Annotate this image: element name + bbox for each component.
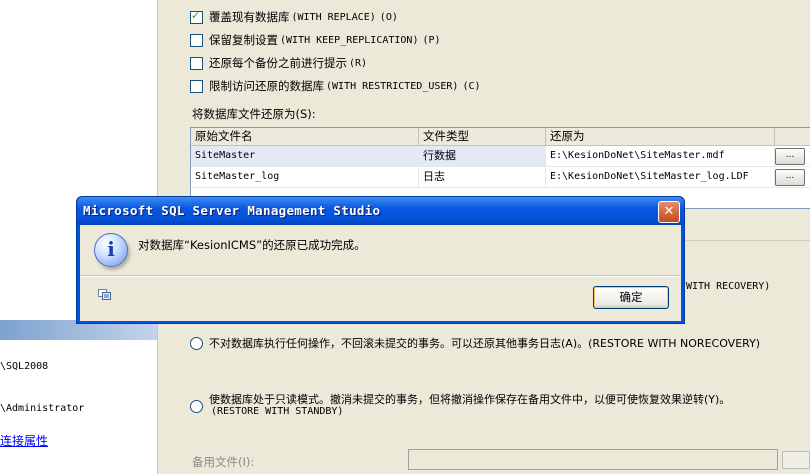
ok-button[interactable]: 确定 xyxy=(593,286,669,309)
option-restricted[interactable]: 限制访问还原的数据库 (WITH RESTRICTED_USER) (C) xyxy=(190,78,481,94)
dialog-titlebar[interactable]: Microsoft SQL Server Management Studio ✕ xyxy=(77,197,684,225)
overwrite-checkbox[interactable] xyxy=(190,9,203,24)
row-browse-cell: ... xyxy=(775,167,805,187)
option-overwrite[interactable]: 覆盖现有数据库 (WITH REPLACE) (O) xyxy=(190,9,398,25)
prompt-key: (R) xyxy=(349,57,368,69)
standby-file-label: 备用文件(I): xyxy=(192,455,255,469)
grid-header: 原始文件名 文件类型 还原为 xyxy=(191,128,810,146)
col-restore-as[interactable]: 还原为 xyxy=(546,128,775,145)
standby-label-block: 使数据库处于只读模式。撤消未提交的事务，但将撤消操作保存在备用文件中，以便可使恢… xyxy=(209,394,730,418)
standby-file-input[interactable] xyxy=(408,449,778,470)
standby-radio[interactable] xyxy=(190,400,203,413)
norecovery-label: 不对数据库执行任何操作，不回滚未提交的事务。可以还原其他事务日志(A)。(RES… xyxy=(209,337,761,350)
keep-replication-code: (WITH KEEP_REPLICATION) xyxy=(280,34,419,46)
restricted-checkbox[interactable] xyxy=(190,79,203,93)
connection-properties-link[interactable]: 连接属性 xyxy=(0,432,48,449)
keep-replication-checkbox[interactable] xyxy=(190,33,203,47)
overwrite-code: (WITH REPLACE) xyxy=(291,11,376,23)
keep-replication-label: 保留复制设置 xyxy=(209,33,278,47)
server-name: \SQL2008 xyxy=(0,361,49,372)
option-norecovery[interactable]: 不对数据库执行任何操作，不回滚未提交的事务。可以还原其他事务日志(A)。(RES… xyxy=(190,335,760,351)
option-prompt[interactable]: 还原每个备份之前进行提示 (R) xyxy=(190,55,367,71)
browse-button[interactable]: ... xyxy=(775,148,805,165)
dialog-body: i 对数据库“KesionICMS”的还原已成功完成。 确定 xyxy=(80,225,681,321)
browse-button[interactable]: ... xyxy=(775,169,805,186)
close-icon[interactable]: ✕ xyxy=(658,201,680,223)
user-name: \Administrator xyxy=(0,403,85,414)
dialog-separator xyxy=(80,275,681,277)
row-restore-as[interactable]: E:\KesionDoNet\SiteMaster.mdf xyxy=(546,146,775,166)
standby-label: 使数据库处于只读模式。撤消未提交的事务，但将撤消操作保存在备用文件中，以便可使恢… xyxy=(209,393,731,406)
recovery-option-code: WITH RECOVERY) xyxy=(686,281,771,292)
message-dialog: Microsoft SQL Server Management Studio ✕… xyxy=(76,196,685,324)
row-restore-as[interactable]: E:\KesionDoNet\SiteMaster_log.LDF xyxy=(546,167,775,187)
col-original-name[interactable]: 原始文件名 xyxy=(191,128,419,145)
prompt-label: 还原每个备份之前进行提示 xyxy=(209,56,347,70)
row-browse-cell: ... xyxy=(775,146,805,166)
table-row[interactable]: SiteMaster 行数据 E:\KesionDoNet\SiteMaster… xyxy=(191,146,810,167)
restore-files-label: 将数据库文件还原为(S): xyxy=(192,107,316,121)
standby-code: (RESTORE WITH STANDBY) xyxy=(211,406,344,417)
norecovery-radio[interactable] xyxy=(190,336,203,350)
overwrite-key: (O) xyxy=(379,11,398,23)
restricted-key: (C) xyxy=(462,80,481,92)
option-keep-replication[interactable]: 保留复制设置 (WITH KEEP_REPLICATION) (P) xyxy=(190,32,441,48)
copy-icon[interactable] xyxy=(98,289,112,301)
row-original-name: SiteMaster_log xyxy=(191,167,419,187)
row-file-type: 日志 xyxy=(419,167,546,187)
restricted-code: (WITH RESTRICTED_USER) xyxy=(326,80,459,92)
info-icon: i xyxy=(94,233,128,267)
row-file-type: 行数据 xyxy=(419,146,546,166)
table-row[interactable]: SiteMaster_log 日志 E:\KesionDoNet\SiteMas… xyxy=(191,167,810,188)
dialog-title: Microsoft SQL Server Management Studio xyxy=(83,203,381,218)
col-browse xyxy=(775,128,805,145)
keep-replication-key: (P) xyxy=(422,34,441,46)
prompt-checkbox[interactable] xyxy=(190,56,203,70)
col-file-type[interactable]: 文件类型 xyxy=(419,128,546,145)
overwrite-label: 覆盖现有数据库 xyxy=(209,10,290,24)
option-standby[interactable]: 使数据库处于只读模式。撤消未提交的事务，但将撤消操作保存在备用文件中，以便可使恢… xyxy=(190,394,730,420)
restricted-label: 限制访问还原的数据库 xyxy=(209,79,324,93)
row-original-name: SiteMaster xyxy=(191,146,419,166)
standby-browse-button[interactable] xyxy=(782,451,810,469)
dialog-message: 对数据库“KesionICMS”的还原已成功完成。 xyxy=(138,238,366,252)
